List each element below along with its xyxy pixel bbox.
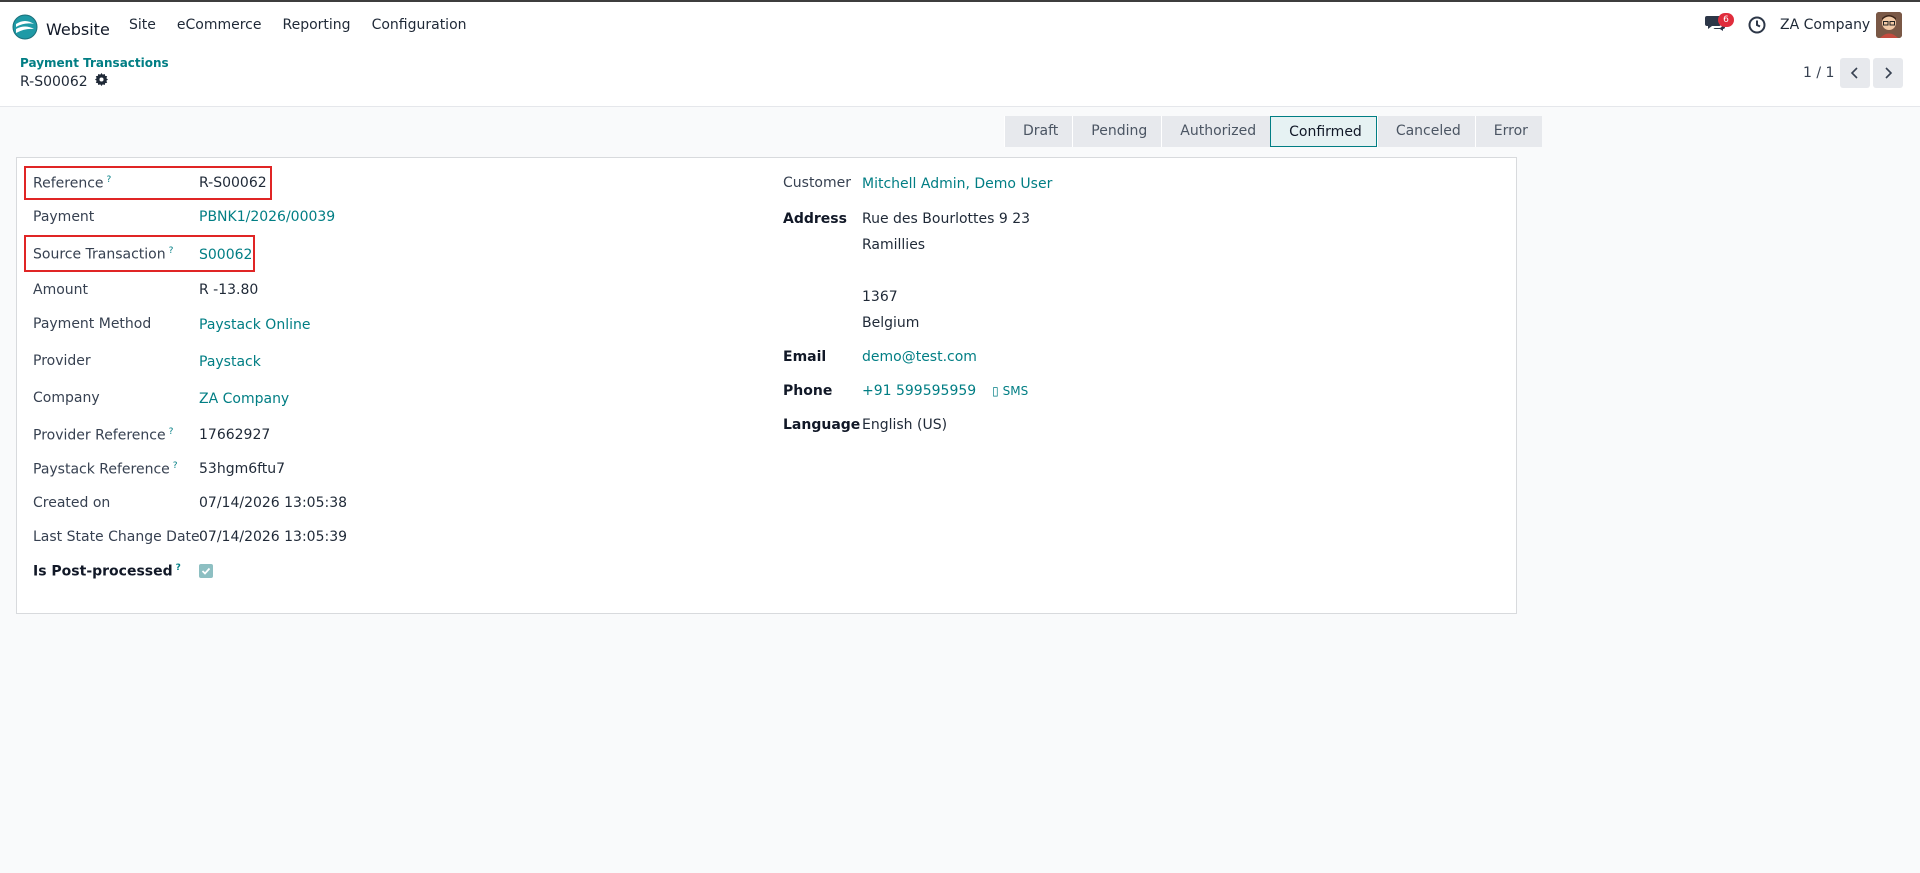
activity-clock-icon[interactable]: [1748, 16, 1766, 38]
pager-next-button[interactable]: [1873, 58, 1903, 88]
address-line1: Rue des Bourlottes 9 23: [862, 211, 1031, 227]
help-icon[interactable]: ?: [169, 427, 174, 437]
main-menu: Site eCommerce Reporting Configuration: [120, 17, 488, 33]
record-title: R-S00062: [20, 73, 108, 90]
language-value: English (US): [862, 417, 948, 433]
reference-value: R-S00062: [199, 175, 267, 191]
menu-site[interactable]: Site: [129, 17, 156, 33]
help-icon[interactable]: ?: [173, 461, 178, 471]
help-icon[interactable]: ?: [107, 175, 112, 185]
source-transaction-link[interactable]: S00062: [199, 247, 252, 263]
payment-link[interactable]: PBNK1/2026/00039: [199, 209, 335, 225]
stage-canceled[interactable]: Canceled: [1376, 116, 1475, 147]
phone-label: Phone: [783, 383, 833, 399]
mobile-icon: ▯: [992, 384, 999, 398]
checkmark-icon: [201, 567, 211, 575]
customer-label: Customer: [783, 175, 852, 191]
phone-link[interactable]: +91 599595959: [862, 383, 976, 399]
top-navbar: Website Site eCommerce Reporting Configu…: [0, 0, 1920, 48]
user-avatar[interactable]: [1876, 12, 1902, 38]
help-icon[interactable]: ?: [169, 246, 174, 256]
stage-error[interactable]: Error: [1474, 116, 1542, 147]
app-name: Website: [46, 19, 110, 39]
company-link[interactable]: ZA Company: [199, 391, 289, 407]
help-icon[interactable]: ?: [176, 563, 181, 573]
sms-label: SMS: [1002, 384, 1029, 398]
customer-link[interactable]: Mitchell Admin, Demo User: [862, 176, 1052, 192]
reference-label: Reference?: [33, 175, 112, 192]
company-switcher[interactable]: ZA Company: [1780, 17, 1870, 33]
paystack-reference-value: 53hgm6ftu7: [199, 461, 286, 477]
menu-reporting[interactable]: Reporting: [283, 17, 351, 33]
address-label: Address: [783, 211, 847, 227]
gear-icon[interactable]: [94, 73, 108, 90]
amount-label: Amount: [33, 282, 89, 298]
post-processed-checkbox[interactable]: [199, 564, 213, 578]
email-label: Email: [783, 349, 827, 365]
form-sheet: Reference? R-S00062 Payment PBNK1/2026/0…: [16, 157, 1517, 614]
record-name: R-S00062: [20, 73, 88, 90]
messages-badge: 6: [1718, 13, 1734, 27]
website-logo-icon: [12, 14, 38, 44]
provider-link[interactable]: Paystack: [199, 354, 261, 370]
last-state-change-value: 07/14/2026 13:05:39: [199, 529, 348, 545]
payment-label: Payment: [33, 209, 95, 225]
breadcrumb-payment-transactions[interactable]: Payment Transactions: [20, 56, 169, 70]
stage-pending[interactable]: Pending: [1072, 116, 1162, 147]
menu-configuration[interactable]: Configuration: [372, 17, 467, 33]
last-state-change-label: Last State Change Date: [33, 529, 200, 545]
created-on-value: 07/14/2026 13:05:38: [199, 495, 348, 511]
chevron-right-icon: [1885, 67, 1893, 79]
app-brand[interactable]: Website: [12, 14, 110, 44]
source-transaction-label: Source Transaction?: [33, 246, 174, 263]
address-line2: Ramillies: [862, 237, 926, 253]
payment-method-link[interactable]: Paystack Online: [199, 317, 310, 333]
address-zip: 1367: [862, 289, 898, 305]
created-on-label: Created on: [33, 495, 111, 511]
control-panel: Payment Transactions R-S00062 1 / 1: [0, 48, 1920, 107]
chevron-left-icon: [1850, 67, 1858, 79]
menu-ecommerce[interactable]: eCommerce: [177, 17, 262, 33]
stage-authorized[interactable]: Authorized: [1161, 116, 1271, 147]
paystack-reference-label: Paystack Reference?: [33, 461, 178, 478]
address-country: Belgium: [862, 315, 920, 331]
payment-method-label: Payment Method: [33, 316, 152, 332]
stage-confirmed[interactable]: Confirmed: [1270, 116, 1377, 147]
language-label: Language: [783, 417, 861, 433]
sms-button[interactable]: ▯ SMS: [992, 384, 1028, 398]
email-link[interactable]: demo@test.com: [862, 349, 977, 365]
provider-label: Provider: [33, 353, 91, 369]
phone-row: +91 599595959 ▯ SMS: [862, 383, 1028, 399]
pager-previous-button[interactable]: [1840, 58, 1870, 88]
provider-reference-label: Provider Reference?: [33, 427, 174, 444]
provider-reference-value: 17662927: [199, 427, 271, 443]
stage-draft[interactable]: Draft: [1004, 116, 1073, 147]
status-bar: Draft Pending Authorized Confirmed Cance…: [1004, 116, 1542, 147]
pager-value[interactable]: 1 / 1: [1803, 65, 1834, 81]
amount-value: R -13.80: [199, 282, 259, 298]
company-label: Company: [33, 390, 100, 406]
post-processed-label: Is Post-processed?: [33, 563, 181, 580]
